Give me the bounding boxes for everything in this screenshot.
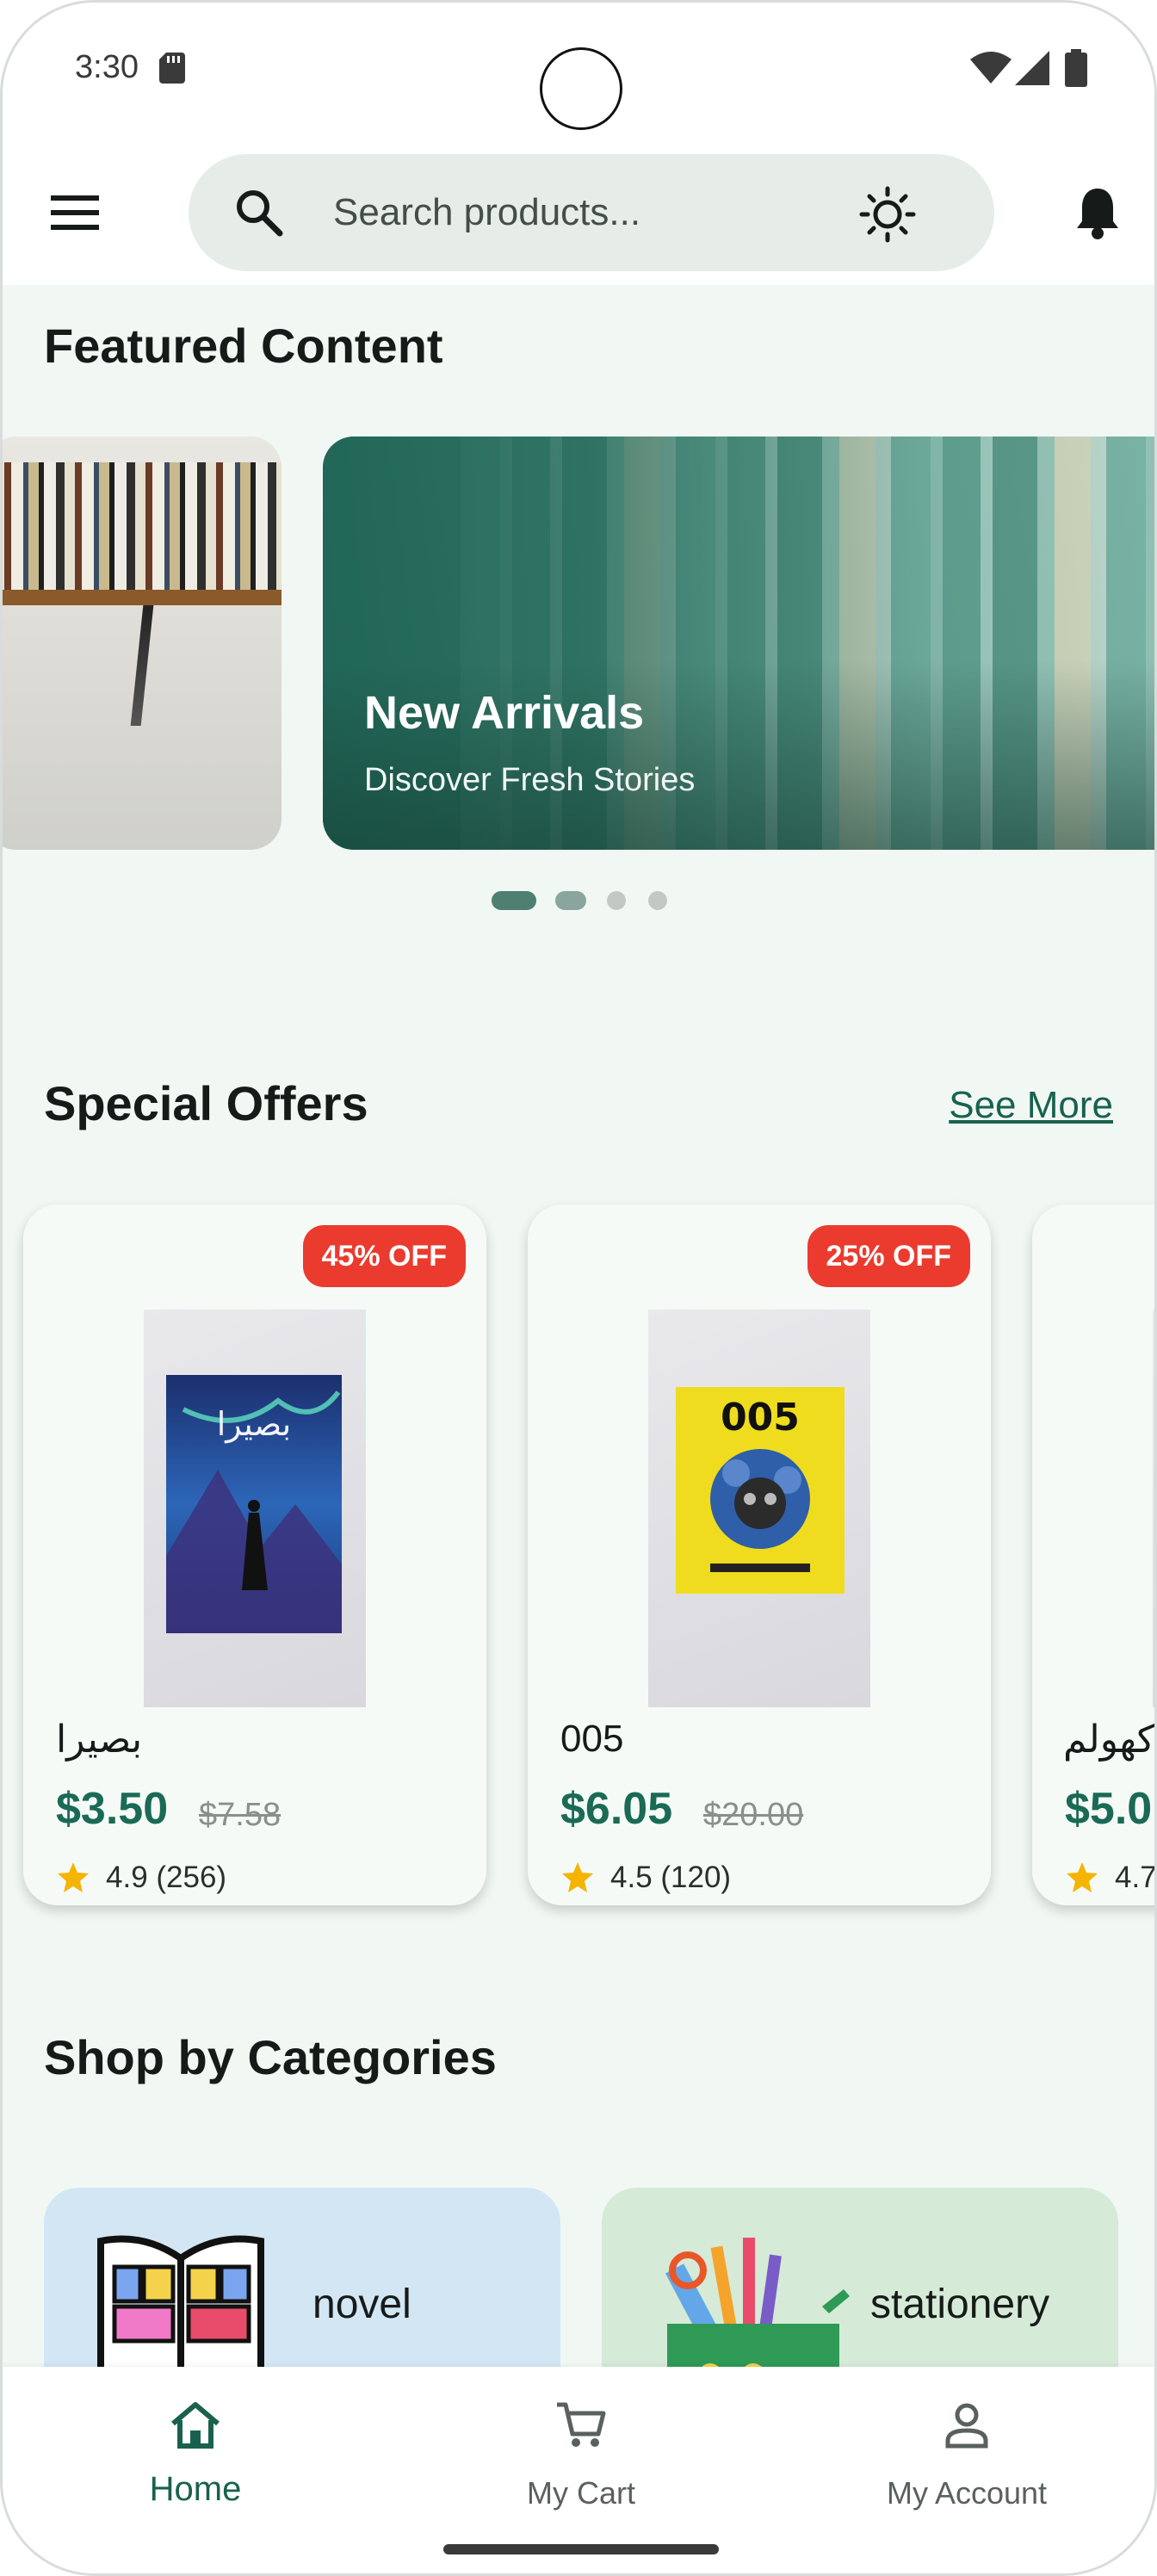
product-old-price: $20.00: [703, 1797, 804, 1833]
featured-section-title: Featured Content: [44, 319, 443, 373]
product-rating: 4.9 (256): [106, 1861, 227, 1894]
phone-screen: 3:30 Search products... Featured Content…: [0, 0, 1157, 2576]
bookshelf-image: [3, 462, 282, 591]
svg-text:بصيرا: بصيرا: [217, 1405, 292, 1444]
carousel-dot-active[interactable]: [492, 891, 536, 910]
svg-text:005: 005: [721, 1396, 800, 1440]
nav-label: My Cart: [527, 2475, 635, 2511]
battery-icon: [1065, 49, 1087, 87]
discount-badge: 45% OFF: [302, 1225, 466, 1287]
shelf-bracket: [130, 605, 154, 726]
product-card[interactable]: كهولم $5.0 4.7: [1032, 1204, 1157, 1905]
app-bar: [3, 140, 1154, 285]
nav-item-my-cart[interactable]: My Cart: [388, 2367, 774, 2530]
product-rating: 4.5 (120): [610, 1861, 732, 1894]
product-image: 005: [648, 1310, 870, 1707]
status-bar: 3:30: [3, 3, 1154, 140]
wifi-icon: [970, 52, 1012, 84]
search-bar[interactable]: [189, 154, 994, 271]
product-rating: 4.7: [1115, 1861, 1157, 1894]
shelf-board: [3, 590, 282, 605]
product-name: كهولم: [1063, 1718, 1155, 1761]
product-name: بصيرا: [56, 1718, 143, 1761]
carousel-dot[interactable]: [648, 891, 667, 910]
product-old-price: $7.58: [199, 1797, 282, 1833]
product-name: 005: [560, 1718, 624, 1760]
search-icon: [237, 190, 283, 237]
star-icon: [58, 1862, 89, 1892]
carousel-slide-new-arrivals[interactable]: New Arrivals Discover Fresh Stories: [323, 437, 1154, 850]
product-price: $5.0: [1065, 1784, 1153, 1834]
banner-title: New Arrivals: [364, 687, 645, 739]
product-card[interactable]: 45% OFF بصيرا بصيرا $3.50 $7.58 4.9 (256…: [23, 1204, 486, 1905]
book-cover-basira: بصيرا: [166, 1375, 342, 1633]
book-cover-005: 005: [676, 1387, 845, 1594]
categories-section-title: Shop by Categories: [44, 2030, 497, 2084]
nav-item-home[interactable]: Home: [3, 2367, 388, 2530]
brightness-icon[interactable]: [858, 185, 917, 244]
search-input[interactable]: [333, 185, 815, 240]
offers-section-title: Special Offers: [44, 1076, 368, 1130]
signal-icon: [1015, 51, 1049, 85]
menu-icon[interactable]: [47, 192, 102, 233]
home-icon: [171, 2402, 220, 2449]
gesture-home-bar[interactable]: [443, 2544, 719, 2554]
discount-badge: 25% OFF: [807, 1225, 970, 1287]
see-more-link[interactable]: See More: [949, 1084, 1113, 1127]
product-image: بصيرا: [144, 1310, 366, 1707]
carousel-dot[interactable]: [607, 891, 626, 910]
product-price: $3.50: [56, 1784, 169, 1834]
carousel-slide-previous[interactable]: [3, 437, 282, 850]
nav-label: My Account: [886, 2475, 1048, 2511]
star-icon: [562, 1862, 593, 1892]
product-price: $6.05: [560, 1784, 673, 1834]
category-label: stationery: [870, 2282, 1050, 2327]
cart-icon: [557, 2402, 606, 2447]
account-icon: [945, 2403, 988, 2449]
status-time: 3:30: [75, 49, 139, 85]
banner-subtitle: Discover Fresh Stories: [364, 762, 696, 798]
star-icon: [1067, 1862, 1098, 1892]
notification-bell-icon[interactable]: [1073, 185, 1122, 240]
nav-item-my-account[interactable]: My Account: [774, 2367, 1154, 2530]
sd-card-icon: [159, 53, 185, 84]
camera-cutout: [540, 47, 622, 130]
nav-label: Home: [149, 2470, 242, 2508]
carousel-dot[interactable]: [555, 891, 586, 910]
category-label: novel: [312, 2282, 411, 2327]
product-card[interactable]: 25% OFF 005 005 $6.05 $20.00 4.5 (120): [528, 1204, 991, 1905]
product-image: [1153, 1310, 1154, 1707]
